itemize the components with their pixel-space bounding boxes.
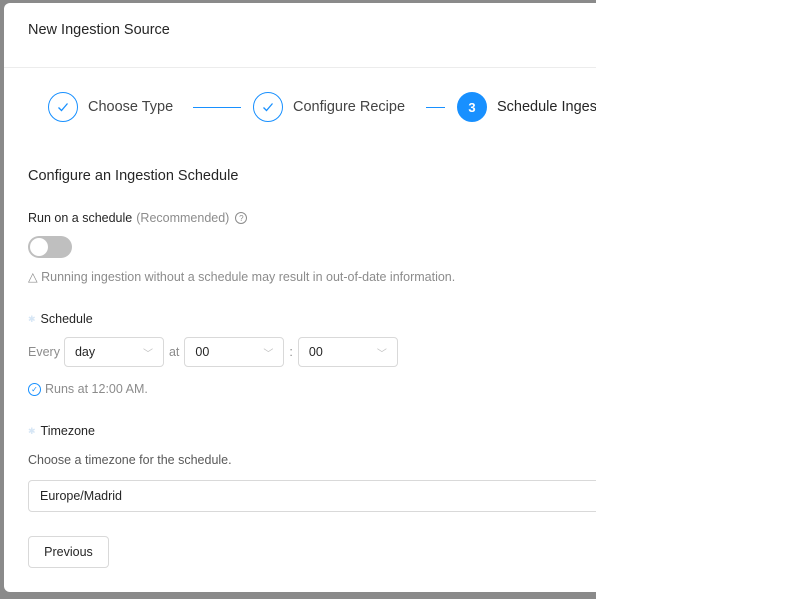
runs-at-info: ✓ Runs at 12:00 AM. <box>28 382 148 396</box>
check-icon <box>48 92 78 122</box>
step-configure-recipe[interactable]: Configure Recipe <box>253 92 405 122</box>
hour-select[interactable]: 00 ﹀ <box>184 337 285 367</box>
timezone-select[interactable]: Europe/Madrid <box>28 480 596 512</box>
step-label: Choose Type <box>88 99 174 115</box>
chevron-down-icon: ﹀ <box>263 348 274 360</box>
minute-select[interactable]: 00 ﹀ <box>297 337 398 367</box>
hour-value: 00 <box>195 345 210 359</box>
frequency-select[interactable]: day ﹀ <box>63 337 164 367</box>
step-label: Schedule Inges <box>497 99 596 115</box>
step-connector <box>426 107 445 108</box>
recommended-hint: (Recommended) <box>136 211 230 225</box>
chevron-down-icon: ﹀ <box>142 348 153 360</box>
step-label: Configure Recipe <box>293 99 406 115</box>
run-schedule-label-row: Run on a schedule (Recommended) ? <box>28 211 248 225</box>
toggle-knob <box>30 238 48 256</box>
check-icon <box>253 92 283 122</box>
run-schedule-toggle[interactable] <box>28 236 72 258</box>
chevron-down-icon: ﹀ <box>376 348 387 360</box>
timezone-label: Timezone <box>40 424 95 438</box>
section-title: Configure an Ingestion Schedule <box>28 168 239 184</box>
colon-separator: : <box>289 345 293 359</box>
schedule-label: Schedule <box>40 312 93 326</box>
step-schedule-ingestion: 3 Schedule Inges <box>457 92 596 122</box>
schedule-label-row: ✱ Schedule <box>28 312 93 326</box>
frequency-value: day <box>74 345 96 359</box>
warning-text: Running ingestion without a schedule may… <box>41 270 456 284</box>
step-number-badge: 3 <box>457 92 487 122</box>
modal-header: New Ingestion Source <box>4 3 596 68</box>
required-asterisk-icon: ✱ <box>28 425 36 436</box>
modal-title: New Ingestion Source <box>28 22 170 38</box>
step-connector <box>193 107 241 108</box>
new-ingestion-source-modal: New Ingestion Source Choose Type Configu… <box>4 3 596 592</box>
timezone-value: Europe/Madrid <box>40 489 122 503</box>
warning-icon: △ <box>28 270 38 284</box>
timezone-label-row: ✱ Timezone <box>28 424 95 438</box>
run-schedule-label: Run on a schedule <box>28 211 133 225</box>
warning-message: △ Running ingestion without a schedule m… <box>28 269 455 284</box>
previous-button[interactable]: Previous <box>28 536 109 568</box>
at-label: at <box>168 345 180 359</box>
cron-builder: Every day ﹀ at 00 ﹀ : 00 ﹀ <box>28 337 398 367</box>
question-circle-icon[interactable]: ? <box>235 212 248 224</box>
runs-at-text: Runs at 12:00 AM. <box>45 382 148 396</box>
timezone-helper: Choose a timezone for the schedule. <box>28 453 232 467</box>
step-choose-type[interactable]: Choose Type <box>48 92 173 122</box>
check-circle-icon: ✓ <box>28 382 41 396</box>
every-label: Every <box>28 345 60 359</box>
required-asterisk-icon: ✱ <box>28 313 36 324</box>
minute-value: 00 <box>308 345 323 359</box>
